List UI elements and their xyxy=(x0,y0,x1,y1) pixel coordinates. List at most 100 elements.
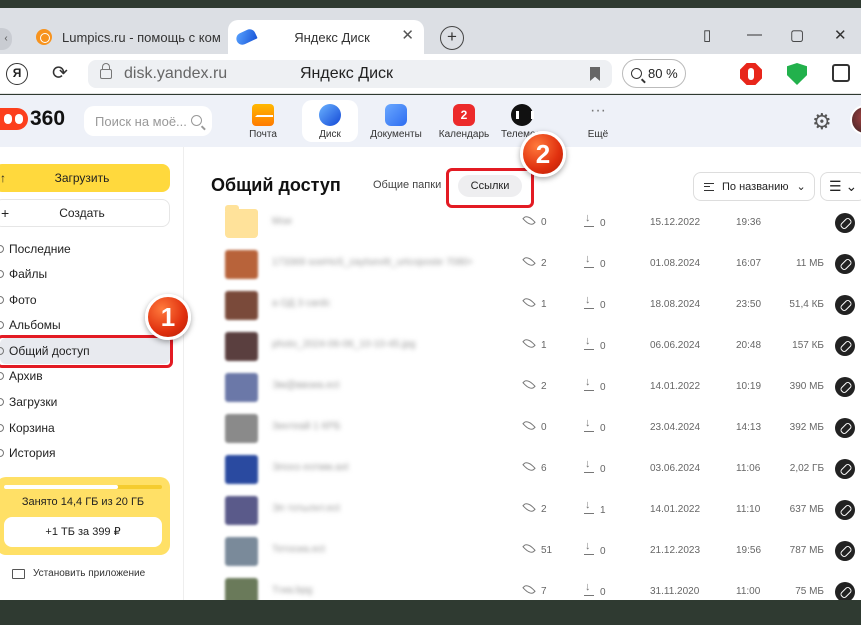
downloads-value: 0 xyxy=(600,546,606,557)
sort-icon xyxy=(704,182,714,191)
table-row[interactable]: Мои 0 0 15.12.2022 19:36 xyxy=(216,203,861,244)
download-icon xyxy=(584,212,594,227)
table-row[interactable]: Тетосиа.eсt 51 0 21.12.2023 19:56 787 МБ xyxy=(216,531,861,572)
download-icon xyxy=(584,458,594,473)
file-date: 18.08.2024 xyxy=(650,299,701,310)
eye-icon xyxy=(522,500,536,515)
file-name: a ОД 3 cardc xyxy=(272,298,331,309)
callout-box-shared xyxy=(0,335,173,368)
table-row[interactable]: Эп тотылнт.eсt 2 1 14.01.2022 11:10 637 МБ xyxy=(216,490,861,531)
table-row[interactable]: photo_2024-06-06_10-10-45.jpg 1 0 06.06.202… xyxy=(216,326,861,367)
eye-icon xyxy=(522,254,536,269)
file-size: 637 МБ xyxy=(789,504,824,515)
link-icon[interactable] xyxy=(835,336,855,356)
downloads-count: 0 xyxy=(584,417,606,434)
url-field[interactable]: disk.yandex.ru Яндекс Диск xyxy=(88,60,612,88)
tab-shared-folders[interactable]: Общие папки xyxy=(373,179,441,191)
table-row[interactable]: Эм@ввоиа.eсt 2 0 14.01.2022 10:19 390 МБ xyxy=(216,367,861,408)
file-time: 19:36 xyxy=(736,217,762,228)
views-value: 1 xyxy=(541,299,547,310)
eye-icon xyxy=(522,213,536,228)
views-count: 0 xyxy=(522,418,547,433)
link-icon[interactable] xyxy=(835,459,855,479)
views-count: 2 xyxy=(522,254,547,269)
file-name: Эп тотылнт.eсt xyxy=(272,503,340,514)
eye-icon xyxy=(522,295,536,310)
maximize-icon[interactable]: ▢ xyxy=(790,26,804,44)
link-icon[interactable] xyxy=(835,582,855,600)
tab-scroll-left[interactable]: ‹ xyxy=(0,28,12,50)
file-time: 11:00 xyxy=(736,586,761,597)
table-row[interactable]: a ОД 3 cardc 1 0 18.08.2024 23:50 51,4 КБ xyxy=(216,285,861,326)
table-row[interactable]: 173369 soeHoS_zaytsevitt_urtcoposte 7080… xyxy=(216,244,861,285)
table-row[interactable]: Зинтеай 1 КРБ 0 0 23.04.2024 14:13 392 МБ xyxy=(216,408,861,449)
reload-icon[interactable]: ⟳ xyxy=(52,62,68,85)
chevron-down-icon: ⌄ xyxy=(796,181,806,193)
extensions-icon[interactable] xyxy=(832,64,850,82)
file-thumbnail xyxy=(225,250,258,279)
sort-dropdown[interactable]: По названию ⌄ xyxy=(693,172,815,201)
yandex-logo-icon[interactable]: Я xyxy=(6,63,28,85)
protect-shield-icon[interactable] xyxy=(787,63,807,85)
link-icon[interactable] xyxy=(835,213,855,233)
step-marker-2: 2 xyxy=(520,131,566,177)
minimize-icon[interactable]: — xyxy=(747,26,762,43)
callout-box-links xyxy=(446,168,534,208)
file-size: 2,02 ГБ xyxy=(789,463,824,474)
file-thumbnail xyxy=(225,578,258,600)
file-time: 23:50 xyxy=(736,299,762,310)
close-tab-icon[interactable]: ✕ xyxy=(401,28,414,44)
new-tab-button[interactable]: + xyxy=(440,26,464,50)
download-icon xyxy=(584,581,594,596)
adblock-extension-icon[interactable] xyxy=(740,63,762,85)
bookmark-icon[interactable] xyxy=(590,67,600,81)
file-thumbnail xyxy=(225,414,258,443)
views-count: 0 xyxy=(522,213,547,228)
download-icon xyxy=(584,376,594,391)
views-value: 2 xyxy=(541,258,547,269)
zoom-icon xyxy=(631,68,642,79)
lock-icon[interactable] xyxy=(100,63,112,79)
eye-icon xyxy=(522,336,536,351)
views-value: 0 xyxy=(541,422,547,433)
downloads-value: 0 xyxy=(600,587,606,598)
zoom-button[interactable]: 80 % xyxy=(622,59,686,88)
downloads-count: 0 xyxy=(584,212,606,229)
link-icon[interactable] xyxy=(835,541,855,561)
close-window-icon[interactable]: ✕ xyxy=(834,26,847,44)
table-row[interactable]: Элохэ еотмм.axt 6 0 03.06.2024 11:06 2,02 ГБ xyxy=(216,449,861,490)
file-date: 21.12.2023 xyxy=(650,545,701,556)
link-icon[interactable] xyxy=(835,254,855,274)
file-thumbnail xyxy=(225,373,258,402)
download-icon xyxy=(584,253,594,268)
downloads-value: 0 xyxy=(600,300,606,311)
downloads-value: 0 xyxy=(600,341,606,352)
file-date: 06.06.2024 xyxy=(650,340,701,351)
table-row[interactable]: Тгиа.bpg 7 0 31.11.2020 11:00 75 МБ xyxy=(216,572,861,600)
bookmarks-panel-icon[interactable]: ▯ xyxy=(703,26,711,44)
tab-yandex-disk[interactable]: Яндекс Диск ✕ xyxy=(228,20,424,54)
tab-title: Яндекс Диск xyxy=(294,29,370,45)
file-name: Эм@ввоиа.eсt xyxy=(272,380,340,391)
eye-icon xyxy=(522,418,536,433)
link-icon[interactable] xyxy=(835,418,855,438)
views-value: 6 xyxy=(541,463,547,474)
link-icon[interactable] xyxy=(835,377,855,397)
eye-icon xyxy=(522,459,536,474)
downloads-count: 0 xyxy=(584,253,606,270)
file-thumbnail xyxy=(225,332,258,361)
file-date: 01.08.2024 xyxy=(650,258,701,269)
views-value: 2 xyxy=(541,504,547,515)
list-view-icon: ☰ ⌄ xyxy=(829,178,858,194)
downloads-count: 0 xyxy=(584,540,606,557)
view-mode-button[interactable]: ☰ ⌄ xyxy=(820,172,861,201)
folder-icon xyxy=(225,205,258,238)
file-name: Тетосиа.eсt xyxy=(272,544,326,555)
link-icon[interactable] xyxy=(835,500,855,520)
tab-lumpics[interactable]: Lumpics.ru - помощь с ком xyxy=(26,20,222,54)
views-count: 7 xyxy=(522,582,547,597)
file-size: 51,4 КБ xyxy=(789,299,824,310)
views-value: 2 xyxy=(541,381,547,392)
link-icon[interactable] xyxy=(835,295,855,315)
address-bar: Я ⟳ disk.yandex.ru Яндекс Диск 80 % xyxy=(0,54,861,94)
